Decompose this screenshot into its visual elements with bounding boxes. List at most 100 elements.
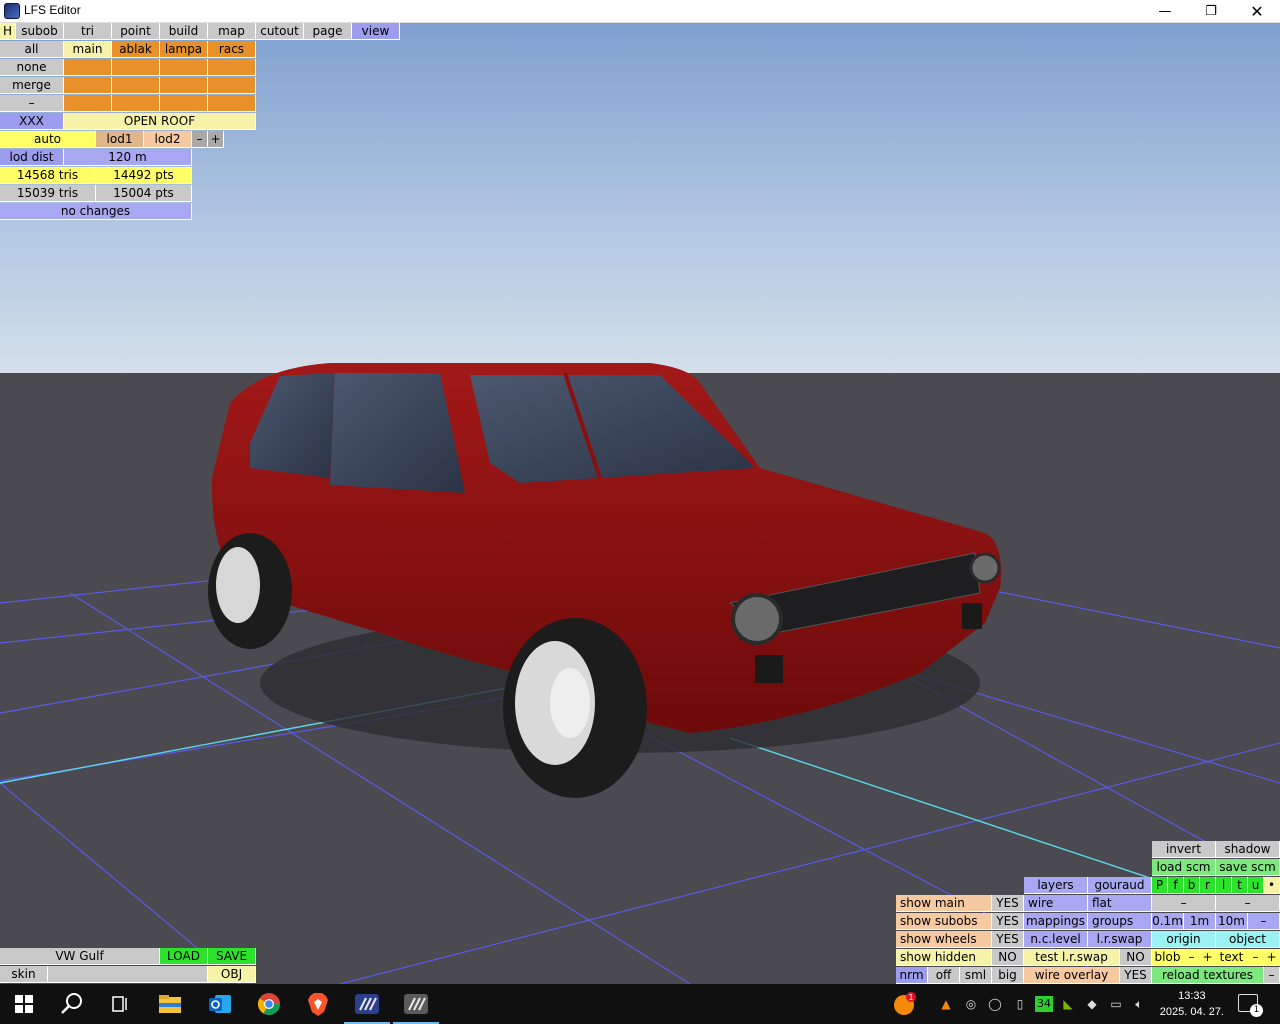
lod-minus-button[interactable]: – [192, 131, 208, 148]
step-0-1m-button[interactable]: 0.1m [1152, 913, 1184, 930]
lod-plus-button[interactable]: + [208, 131, 224, 148]
mappings-button[interactable]: mappings [1024, 913, 1088, 930]
sync-icon[interactable]: ◎ [963, 996, 979, 1012]
size-off-button[interactable]: off [928, 967, 960, 984]
network-share-icon[interactable]: ◯ [987, 996, 1003, 1012]
network-icon[interactable]: ▭ [1108, 996, 1124, 1012]
search-icon[interactable] [58, 990, 86, 1018]
lfs-icon[interactable] [353, 990, 381, 1018]
view-b-button[interactable]: b [1184, 877, 1200, 894]
subobj-slot[interactable] [160, 77, 208, 94]
subobj-slot[interactable] [160, 95, 208, 112]
load-scm-button[interactable]: load scm [1152, 859, 1216, 876]
subobj-racs[interactable]: racs [208, 41, 256, 58]
subobj-main[interactable]: main [64, 41, 112, 58]
open-roof-button[interactable]: OPEN ROOF [64, 113, 256, 130]
blob-plus-button[interactable]: + [1200, 949, 1216, 966]
wire-overlay-toggle[interactable]: YES [1120, 967, 1152, 984]
security-icon[interactable]: ◆ [1084, 996, 1100, 1012]
view-u-button[interactable]: u [1248, 877, 1264, 894]
view-dot-button[interactable]: • [1264, 877, 1280, 894]
tab-h[interactable]: H [0, 23, 16, 40]
tab-point[interactable]: point [112, 23, 160, 40]
xxx-button[interactable]: XXX [0, 113, 64, 130]
groups-button[interactable]: groups [1088, 913, 1152, 930]
tab-tri[interactable]: tri [64, 23, 112, 40]
view-p-button[interactable]: P [1152, 877, 1168, 894]
obj-button[interactable]: OBJ [208, 966, 256, 983]
layers-button[interactable]: layers [1024, 877, 1088, 894]
step-10m-button[interactable]: 10m [1216, 913, 1248, 930]
shadow-button[interactable]: shadow [1216, 841, 1280, 858]
skin-field[interactable] [48, 966, 208, 983]
size-big-button[interactable]: big [992, 967, 1024, 984]
3d-viewport[interactable]: H subob tri point build map cutout page … [0, 23, 1280, 984]
origin-button[interactable]: origin [1152, 931, 1216, 948]
select-none-button[interactable]: none [0, 59, 64, 76]
view-f-button[interactable]: f [1168, 877, 1184, 894]
brave-icon[interactable] [304, 990, 332, 1018]
lod1-button[interactable]: lod1 [96, 131, 144, 148]
size-sml-button[interactable]: sml [960, 967, 992, 984]
end-minus-button[interactable]: – [1264, 967, 1280, 984]
subobj-slot[interactable] [160, 59, 208, 76]
dash-button-1[interactable]: – [1152, 895, 1216, 912]
gouraud-button[interactable]: gouraud [1088, 877, 1152, 894]
nvidia-counter-icon[interactable]: 34 [1035, 996, 1053, 1012]
start-icon[interactable] [10, 990, 38, 1018]
outlook-icon[interactable] [206, 990, 234, 1018]
notification-center-icon[interactable]: 1 [1238, 994, 1263, 1017]
save-button[interactable]: SAVE [208, 948, 256, 965]
subobj-slot[interactable] [112, 77, 160, 94]
view-r-button[interactable]: r [1200, 877, 1216, 894]
subobj-slot[interactable] [208, 77, 256, 94]
avast-icon[interactable]: ▲ [938, 996, 954, 1012]
orange-app-tray-icon[interactable]: 1 [893, 992, 917, 1016]
clock[interactable]: 13:33 2025. 04. 27. [1160, 988, 1224, 1020]
size-nrm-button[interactable]: nrm [896, 967, 928, 984]
load-button[interactable]: LOAD [160, 948, 208, 965]
subobj-slot[interactable] [64, 95, 112, 112]
subobj-slot[interactable] [64, 59, 112, 76]
view-l-button[interactable]: l [1216, 877, 1232, 894]
volume-icon[interactable]: 🔈︎ [1131, 996, 1147, 1012]
task-view-icon[interactable] [106, 990, 134, 1018]
text-button[interactable]: text [1216, 949, 1248, 966]
subobj-slot[interactable] [64, 77, 112, 94]
tab-page[interactable]: page [304, 23, 352, 40]
step-1m-button[interactable]: 1m [1184, 913, 1216, 930]
file-explorer-icon[interactable] [156, 990, 184, 1018]
show-main-toggle[interactable]: YES [992, 895, 1024, 912]
model-name[interactable]: VW Gulf [0, 948, 160, 965]
subobj-slot[interactable] [208, 59, 256, 76]
tab-cutout[interactable]: cutout [256, 23, 304, 40]
lod2-button[interactable]: lod2 [144, 131, 192, 148]
minimize-button[interactable]: — [1142, 0, 1188, 23]
subobj-ablak[interactable]: ablak [112, 41, 160, 58]
tab-subob[interactable]: subob [16, 23, 64, 40]
invert-button[interactable]: invert [1152, 841, 1216, 858]
show-wheels-toggle[interactable]: YES [992, 931, 1024, 948]
object-button[interactable]: object [1216, 931, 1280, 948]
select-all-button[interactable]: all [0, 41, 64, 58]
test-lr-swap-toggle[interactable]: NO [1120, 949, 1152, 966]
subobj-lampa[interactable]: lampa [160, 41, 208, 58]
restore-button[interactable]: ❐ [1188, 0, 1234, 23]
close-button[interactable]: ✕ [1234, 0, 1280, 23]
show-hidden-toggle[interactable]: NO [992, 949, 1024, 966]
text-minus-button[interactable]: – [1248, 949, 1264, 966]
view-t-button[interactable]: t [1232, 877, 1248, 894]
nc-level-button[interactable]: n.c.level [1024, 931, 1088, 948]
blob-minus-button[interactable]: – [1184, 949, 1200, 966]
save-scm-button[interactable]: save scm [1216, 859, 1280, 876]
show-subobs-toggle[interactable]: YES [992, 913, 1024, 930]
subobj-slot[interactable] [112, 95, 160, 112]
tab-build[interactable]: build [160, 23, 208, 40]
blob-button[interactable]: blob [1152, 949, 1184, 966]
subobj-slot[interactable] [208, 95, 256, 112]
lfs-editor-icon[interactable] [402, 990, 430, 1018]
lod-dist-value[interactable]: 120 m [64, 149, 192, 166]
merge-button[interactable]: merge [0, 77, 64, 94]
tab-map[interactable]: map [208, 23, 256, 40]
text-plus-button[interactable]: + [1264, 949, 1280, 966]
